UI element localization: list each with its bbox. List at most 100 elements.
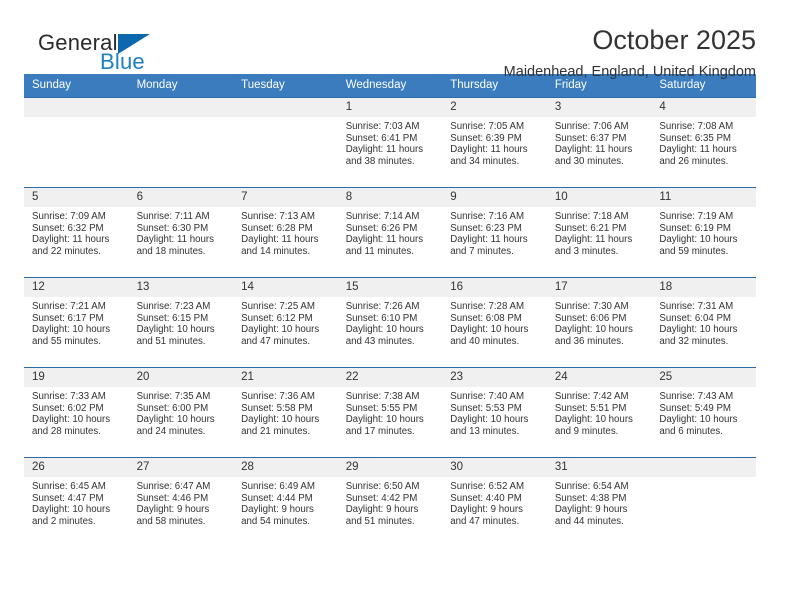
daylight-duration-line1: Daylight: 10 hours (32, 324, 111, 336)
day-number (128, 98, 234, 117)
calendar-day-cell[interactable]: 31 Sunrise: 6:54 AM Sunset: 4:38 PM Dayligh… (546, 457, 652, 548)
day-details: Sunrise: 6:50 AM Sunset: 4:42 PM Daylight:… (338, 477, 443, 527)
calendar-day-cell[interactable]: 6 Sunrise: 7:11 AM Sunset: 6:30 PM Daylight… (128, 187, 234, 278)
daylight-duration-line2: and 9 minutes. (554, 425, 619, 437)
day-number: 8 (337, 188, 443, 207)
page-title: October 2025 (592, 25, 756, 55)
daylight-duration-line1: Daylight: 9 hours (345, 504, 419, 516)
weekday-header-tuesday: Tuesday (233, 74, 338, 98)
day-number: 10 (546, 188, 652, 207)
day-number: 26 (24, 458, 129, 477)
sunset-time: Sunset: 6:30 PM (136, 222, 209, 234)
sunrise-time: Sunrise: 7:40 AM (450, 391, 525, 402)
daylight-duration-line2: and 7 minutes. (450, 245, 514, 257)
daylight-duration-line2: and 51 minutes. (136, 335, 206, 347)
daylight-duration-line1: Daylight: 10 hours (554, 324, 633, 336)
calendar-day-cell[interactable]: 12 Sunrise: 7:21 AM Sunset: 6:17 PM Dayligh… (24, 277, 129, 368)
sunrise-time: Sunrise: 7:26 AM (345, 301, 420, 312)
sunrise-time: Sunrise: 7:16 AM (450, 211, 525, 222)
calendar-day-cell[interactable]: 9 Sunrise: 7:16 AM Sunset: 6:23 PM Daylight… (442, 187, 547, 278)
daylight-duration-line2: and 36 minutes. (554, 335, 624, 347)
day-details: Sunrise: 6:49 AM Sunset: 4:44 PM Daylight:… (233, 477, 338, 527)
day-number: 28 (233, 458, 338, 477)
calendar-day-cell-empty (651, 457, 756, 548)
sunset-time: Sunset: 5:55 PM (345, 402, 418, 414)
calendar-day-cell[interactable]: 24 Sunrise: 7:42 AM Sunset: 5:51 PM Dayligh… (546, 367, 652, 458)
calendar-day-cell[interactable]: 8 Sunrise: 7:14 AM Sunset: 6:26 PM Daylight… (337, 187, 443, 278)
day-details: Sunrise: 7:25 AM Sunset: 6:12 PM Daylight:… (233, 297, 338, 347)
calendar-day-cell[interactable]: 1 Sunrise: 7:03 AM Sunset: 6:41 PM Daylight… (337, 97, 443, 188)
daylight-duration-line2: and 54 minutes. (241, 515, 311, 527)
calendar-table: Sunday Monday Tuesday Wednesday Thursday Frid… (24, 74, 756, 548)
calendar-day-cell[interactable]: 22 Sunrise: 7:38 AM Sunset: 5:55 PM Dayligh… (337, 367, 443, 458)
daylight-duration-line2: and 26 minutes. (659, 155, 729, 167)
calendar-day-cell[interactable]: 10 Sunrise: 7:18 AM Sunset: 6:21 PM Dayligh… (546, 187, 652, 278)
sunrise-time: Sunrise: 7:08 AM (659, 121, 734, 132)
daylight-duration-line2: and 24 minutes. (136, 425, 206, 437)
calendar-week-row: 26 Sunrise: 6:45 AM Sunset: 4:47 PM Dayligh… (24, 457, 756, 548)
daylight-duration-line2: and 28 minutes. (32, 425, 101, 437)
calendar-day-cell[interactable]: 19 Sunrise: 7:33 AM Sunset: 6:02 PM Dayligh… (24, 367, 129, 458)
sunrise-time: Sunrise: 7:19 AM (659, 211, 734, 222)
calendar-day-cell[interactable]: 11 Sunrise: 7:19 AM Sunset: 6:19 PM Dayligh… (651, 187, 756, 278)
day-details: Sunrise: 7:23 AM Sunset: 6:15 PM Daylight:… (129, 297, 234, 347)
calendar-day-cell[interactable]: 7 Sunrise: 7:13 AM Sunset: 6:28 PM Daylight… (233, 187, 338, 278)
calendar-day-cell[interactable]: 23 Sunrise: 7:40 AM Sunset: 5:53 PM Dayligh… (442, 367, 547, 458)
daylight-duration-line2: and 38 minutes. (345, 155, 415, 167)
location-subtitle: Maidenhead, England, United Kingdom (503, 64, 756, 80)
sunset-time: Sunset: 6:23 PM (450, 222, 522, 234)
sunset-time: Sunset: 6:28 PM (241, 222, 313, 234)
weekday-header-wednesday: Wednesday (337, 74, 443, 98)
day-details: Sunrise: 6:47 AM Sunset: 4:46 PM Daylight:… (129, 477, 234, 527)
calendar-day-cell[interactable]: 27 Sunrise: 6:47 AM Sunset: 4:46 PM Dayligh… (128, 457, 234, 548)
calendar-day-cell[interactable]: 5 Sunrise: 7:09 AM Sunset: 6:32 PM Daylight… (24, 187, 129, 278)
daylight-duration-line2: and 32 minutes. (659, 335, 729, 347)
daylight-duration-line1: Daylight: 11 hours (554, 144, 633, 156)
calendar-day-cell[interactable]: 29 Sunrise: 6:50 AM Sunset: 4:42 PM Dayligh… (337, 457, 443, 548)
calendar-day-cell[interactable]: 20 Sunrise: 7:35 AM Sunset: 6:00 PM Dayligh… (128, 367, 234, 458)
sunset-time: Sunset: 6:10 PM (345, 312, 418, 324)
day-details: Sunrise: 6:45 AM Sunset: 4:47 PM Daylight:… (24, 477, 129, 527)
day-number: 18 (651, 278, 756, 297)
calendar-day-cell[interactable]: 25 Sunrise: 7:43 AM Sunset: 5:49 PM Dayligh… (651, 367, 756, 458)
calendar-day-cell[interactable]: 18 Sunrise: 7:31 AM Sunset: 6:04 PM Dayligh… (651, 277, 756, 368)
calendar-day-cell[interactable]: 2 Sunrise: 7:05 AM Sunset: 6:39 PM Daylight… (442, 97, 547, 188)
calendar-day-cell[interactable]: 14 Sunrise: 7:25 AM Sunset: 6:12 PM Dayligh… (233, 277, 338, 368)
day-number: 24 (546, 368, 652, 387)
calendar-day-cell[interactable]: 26 Sunrise: 6:45 AM Sunset: 4:47 PM Dayligh… (24, 457, 129, 548)
daylight-duration-line2: and 22 minutes. (32, 245, 101, 257)
calendar-day-cell[interactable]: 15 Sunrise: 7:26 AM Sunset: 6:10 PM Dayligh… (337, 277, 443, 368)
calendar-day-cell[interactable]: 4 Sunrise: 7:08 AM Sunset: 6:35 PM Daylight… (651, 97, 756, 188)
calendar-day-cell[interactable]: 3 Sunrise: 7:06 AM Sunset: 6:37 PM Daylight… (546, 97, 652, 188)
daylight-duration-line2: and 13 minutes. (450, 425, 520, 437)
daylight-duration-line1: Daylight: 9 hours (241, 504, 314, 516)
day-details: Sunrise: 7:13 AM Sunset: 6:28 PM Daylight:… (233, 207, 338, 257)
daylight-duration-line1: Daylight: 10 hours (659, 324, 738, 336)
daylight-duration-line2: and 30 minutes. (554, 155, 624, 167)
sunset-time: Sunset: 6:06 PM (554, 312, 627, 324)
daylight-duration-line1: Daylight: 11 hours (345, 234, 424, 246)
calendar-day-cell[interactable]: 28 Sunrise: 6:49 AM Sunset: 4:44 PM Dayligh… (233, 457, 338, 548)
calendar-day-cell[interactable]: 21 Sunrise: 7:36 AM Sunset: 5:58 PM Dayligh… (233, 367, 338, 458)
calendar-week-row: 19 Sunrise: 7:33 AM Sunset: 6:02 PM Dayligh… (24, 367, 756, 458)
calendar-day-cell[interactable]: 16 Sunrise: 7:28 AM Sunset: 6:08 PM Dayligh… (442, 277, 547, 368)
daylight-duration-line1: Daylight: 11 hours (32, 234, 110, 246)
day-number: 30 (442, 458, 547, 477)
day-details: Sunrise: 7:09 AM Sunset: 6:32 PM Daylight:… (24, 207, 129, 257)
sunset-time: Sunset: 4:40 PM (450, 492, 522, 504)
calendar-week-row: 12 Sunrise: 7:21 AM Sunset: 6:17 PM Dayligh… (24, 277, 756, 368)
day-number: 23 (442, 368, 547, 387)
day-number: 21 (233, 368, 338, 387)
day-details: Sunrise: 7:43 AM Sunset: 5:49 PM Daylight:… (651, 387, 756, 437)
day-details: Sunrise: 6:52 AM Sunset: 4:40 PM Daylight:… (442, 477, 547, 527)
calendar-day-cell[interactable]: 13 Sunrise: 7:23 AM Sunset: 6:15 PM Dayligh… (128, 277, 234, 368)
calendar-day-cell[interactable]: 30 Sunrise: 6:52 AM Sunset: 4:40 PM Dayligh… (442, 457, 547, 548)
calendar-day-cell[interactable]: 17 Sunrise: 7:30 AM Sunset: 6:06 PM Dayligh… (546, 277, 652, 368)
day-details: Sunrise: 7:03 AM Sunset: 6:41 PM Daylight:… (338, 117, 443, 167)
sunset-time: Sunset: 6:39 PM (450, 132, 522, 144)
day-details: Sunrise: 7:06 AM Sunset: 6:37 PM Daylight:… (547, 117, 652, 167)
sunset-time: Sunset: 6:37 PM (554, 132, 627, 144)
sunrise-time: Sunrise: 7:31 AM (659, 301, 734, 312)
day-number (233, 98, 338, 117)
sunrise-time: Sunrise: 7:11 AM (136, 211, 210, 222)
